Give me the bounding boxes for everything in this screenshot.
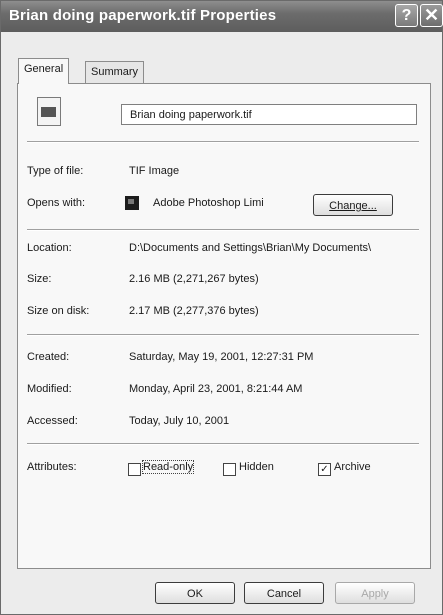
- read-only-label[interactable]: Read-only: [141, 460, 195, 474]
- location-label: Location:: [27, 242, 72, 254]
- size-on-disk-label: Size on disk:: [27, 305, 90, 317]
- file-name-input[interactable]: Brian doing paperwork.tif: [121, 104, 417, 125]
- opens-with-label: Opens with:: [27, 197, 86, 209]
- size-label: Size:: [27, 273, 52, 285]
- ok-button[interactable]: OK: [155, 582, 235, 604]
- archive-checkbox[interactable]: ✓: [318, 463, 331, 476]
- hidden-checkbox[interactable]: [223, 463, 236, 476]
- change-button-label: Change...: [329, 200, 377, 212]
- window-title: Brian doing paperwork.tif Properties: [9, 7, 277, 24]
- general-tab-panel: [17, 83, 431, 569]
- attributes-label: Attributes:: [27, 461, 77, 473]
- accessed-label: Accessed:: [27, 415, 78, 427]
- created-value: Saturday, May 19, 2001, 12:27:31 PM: [129, 351, 314, 363]
- title-bar[interactable]: Brian doing paperwork.tif Properties ? ✕: [1, 1, 443, 32]
- help-icon[interactable]: ?: [395, 4, 418, 27]
- modified-value: Monday, April 23, 2001, 8:21:44 AM: [129, 383, 303, 395]
- type-of-file-value: TIF Image: [129, 165, 180, 177]
- separator: [27, 443, 419, 445]
- hidden-label[interactable]: Hidden: [239, 461, 274, 473]
- archive-label[interactable]: Archive: [334, 461, 371, 473]
- tab-general[interactable]: General: [18, 58, 70, 84]
- created-label: Created:: [27, 351, 70, 363]
- separator: [27, 334, 419, 336]
- size-value: 2.16 MB (2,271,267 bytes): [129, 273, 259, 285]
- close-icon[interactable]: ✕: [420, 4, 443, 27]
- separator: [27, 229, 419, 231]
- checkmark-icon: ✓: [320, 464, 329, 475]
- type-of-file-label: Type of file:: [27, 165, 84, 177]
- read-only-checkbox[interactable]: [128, 463, 141, 476]
- tif-image-file-icon: [37, 97, 61, 126]
- modified-label: Modified:: [27, 383, 72, 395]
- properties-dialog: Brian doing paperwork.tif Properties ? ✕…: [0, 0, 443, 615]
- cancel-button[interactable]: Cancel: [244, 582, 324, 604]
- accessed-value: Today, July 10, 2001: [129, 415, 230, 427]
- opens-with-value: Adobe Photoshop Limi: [153, 197, 264, 209]
- separator: [27, 141, 419, 143]
- apply-button[interactable]: Apply: [335, 582, 415, 604]
- change-button[interactable]: Change...: [313, 194, 393, 216]
- tab-summary[interactable]: Summary: [85, 61, 145, 83]
- photoshop-app-icon: [125, 196, 139, 210]
- location-value: D:\Documents and Settings\Brian\My Docum…: [129, 242, 372, 254]
- size-on-disk-value: 2.17 MB (2,277,376 bytes): [129, 305, 259, 317]
